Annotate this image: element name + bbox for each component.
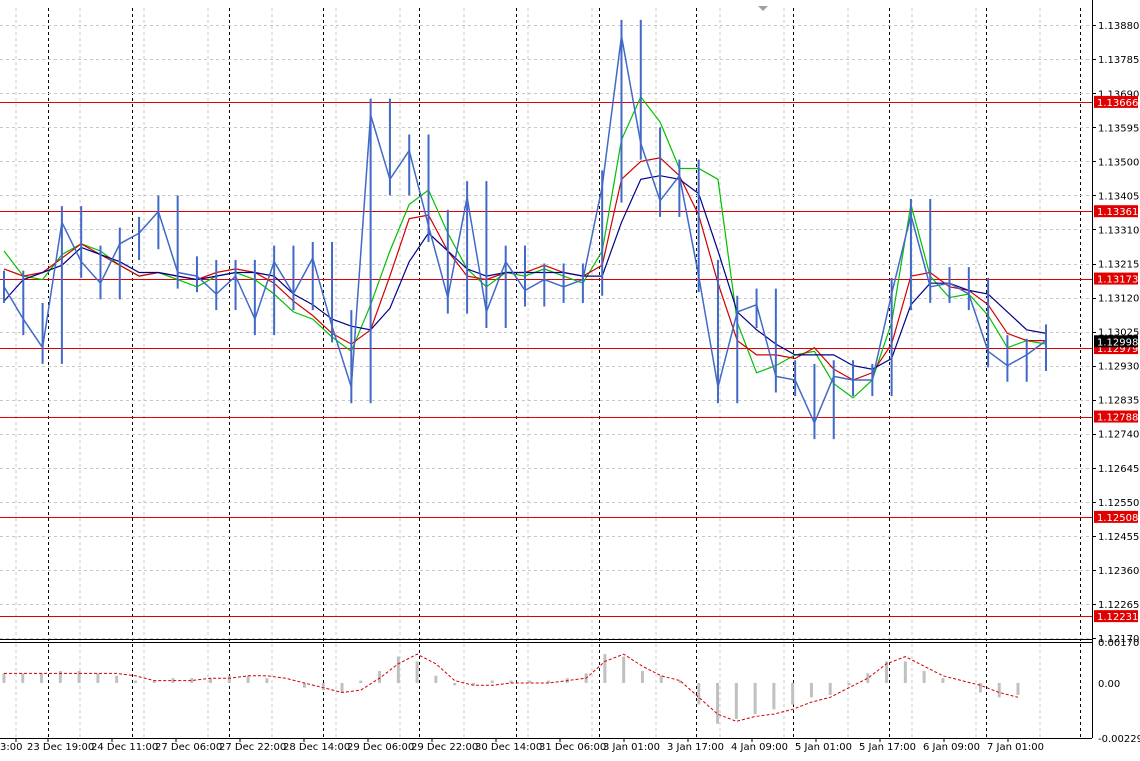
x-tick-label: 29 Dec 06:00 [347, 742, 414, 753]
current-price-label: 1.12998 [1097, 337, 1138, 348]
x-tick-label: 27 Dec 22:00 [219, 742, 286, 753]
y-tick-label: 1.12550 [1098, 498, 1139, 509]
y-tick-label: 1.13880 [1098, 21, 1139, 32]
y-tick-label: 1.12455 [1098, 532, 1139, 543]
y-tick-label: 1.12930 [1098, 362, 1139, 373]
indicator-tick-label: 0.00 [1098, 679, 1120, 690]
y-tick-label: 1.13405 [1098, 191, 1139, 202]
x-tick-label: 3:00 [0, 742, 22, 753]
y-tick-label: 1.13595 [1098, 123, 1139, 134]
y-tick-label: 1.13500 [1098, 157, 1139, 168]
y-tick-label: 1.12265 [1098, 600, 1139, 611]
x-tick-label: 5 Jan 17:00 [859, 742, 916, 753]
x-tick-label: 7 Jan 01:00 [987, 742, 1044, 753]
y-tick-label: 1.13310 [1098, 225, 1139, 236]
y-tick-label: 1.13120 [1098, 294, 1139, 305]
x-tick-label: 3 Jan 01:00 [603, 742, 660, 753]
price-chart[interactable]: 1.138801.137851.136901.135951.135001.134… [0, 0, 1140, 757]
level-price-label: 1.13666 [1097, 98, 1138, 109]
level-price-label: 1.13173 [1097, 275, 1138, 286]
x-tick-label: 24 Dec 11:00 [91, 742, 158, 753]
x-tick-label: 5 Jan 01:00 [795, 742, 852, 753]
x-tick-label: 31 Dec 06:00 [539, 742, 606, 753]
level-price-label: 1.12788 [1097, 413, 1138, 424]
chart-window[interactable]: 1.13880 1.13785 1.13690 1.13595 1.13500 1.134… [0, 0, 1140, 757]
level-price-label: 1.12231 [1097, 612, 1138, 623]
x-tick-label: 3 Jan 17:00 [667, 742, 724, 753]
x-tick-label: 28 Dec 14:00 [283, 742, 350, 753]
y-tick-label: 1.12360 [1098, 566, 1139, 577]
y-tick-label: 1.12645 [1098, 464, 1139, 475]
x-tick-label: 27 Dec 06:00 [155, 742, 222, 753]
x-tick-label: 29 Dec 22:00 [411, 742, 478, 753]
x-tick-label: 6 Jan 09:00 [923, 742, 980, 753]
x-tick-label: 30 Dec 14:00 [475, 742, 542, 753]
y-tick-label: 1.13785 [1098, 55, 1139, 66]
y-tick-label: 1.13215 [1098, 260, 1139, 271]
level-price-label: 1.12508 [1097, 513, 1138, 524]
y-tick-label: 1.12740 [1098, 430, 1139, 441]
level-price-label: 1.13361 [1097, 207, 1138, 218]
x-tick-label: 4 Jan 09:00 [731, 742, 788, 753]
indicator-tick-label: -0.002296 [1098, 734, 1140, 745]
indicator-tick-label: 0.001708 [1098, 638, 1140, 649]
chart-background [0, 0, 1140, 757]
y-tick-label: 1.12835 [1098, 396, 1139, 407]
x-tick-label: 23 Dec 19:00 [27, 742, 94, 753]
